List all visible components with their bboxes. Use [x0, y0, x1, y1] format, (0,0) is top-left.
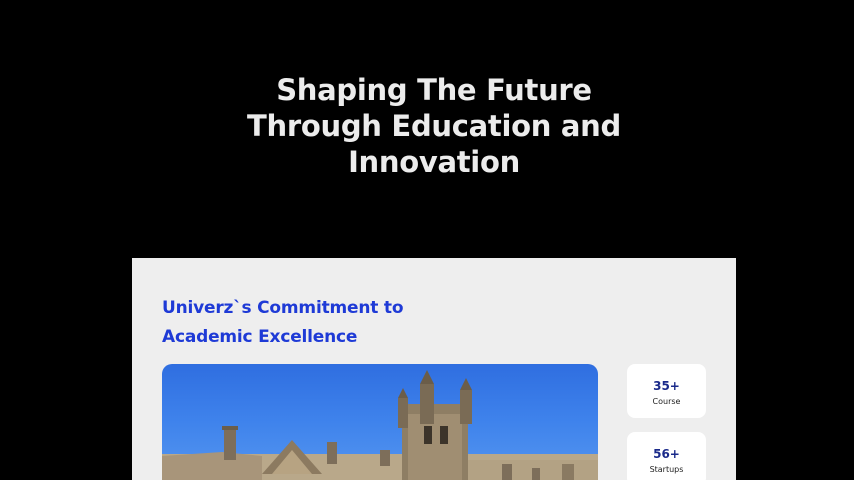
stat-card-course: 35+ Course [627, 364, 706, 418]
commitment-section: Univerz`s Commitment to Academic Excelle… [132, 258, 736, 480]
stat-label: Startups [649, 465, 684, 474]
stat-label: Course [652, 397, 681, 406]
hero-banner: Shaping The Future Through Education and… [132, 0, 736, 258]
hero-title: Shaping The Future Through Education and… [247, 73, 621, 179]
page: Shaping The Future Through Education and… [132, 0, 736, 480]
stat-value: 35+ [653, 379, 680, 393]
stat-value: 56+ [653, 447, 680, 461]
section-title: Univerz`s Commitment to Academic Excelle… [162, 298, 404, 347]
stat-card-startups: 56+ Startups [627, 432, 706, 480]
campus-photo [162, 364, 598, 480]
